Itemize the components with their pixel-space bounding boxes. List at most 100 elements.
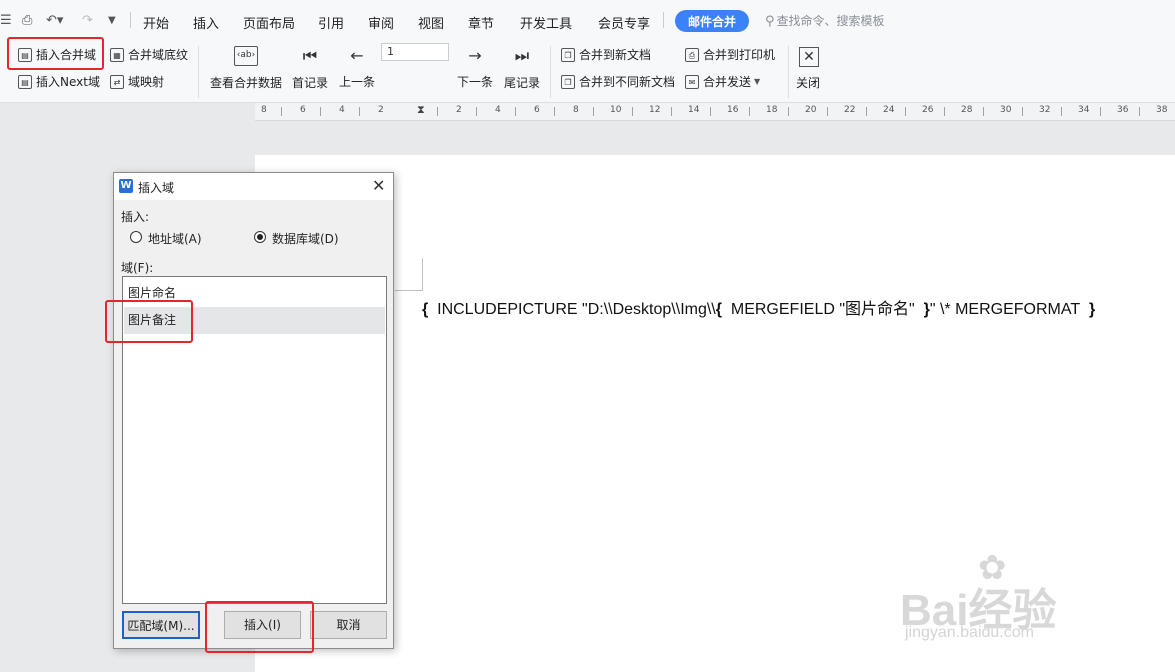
ruler-number: 24	[883, 105, 895, 115]
view-merged-data-label: 查看合并数据	[209, 76, 282, 90]
tab-insert[interactable]: 插入	[193, 13, 219, 32]
insert-next-field-button[interactable]: ▤ 插入Next域	[18, 73, 100, 90]
ruler-number: 38	[1156, 105, 1168, 115]
radio-button[interactable]	[130, 231, 142, 243]
merge-send-label: 合并发送	[703, 75, 752, 89]
abc-icon: ‹ab›	[234, 46, 258, 66]
ruler-tick: |	[514, 107, 518, 117]
undo-icon[interactable]: ↶▾	[46, 13, 63, 28]
first-record-label: 首记录	[291, 76, 328, 90]
arrow-left-icon: ←	[350, 46, 364, 65]
merge-send-button[interactable]: ✉ 合并发送 ▼	[685, 73, 760, 90]
merge-to-new-doc-button[interactable]: ❐ 合并到新文档	[561, 46, 651, 63]
tab-mail-merge[interactable]: 邮件合并	[675, 10, 749, 32]
divider	[198, 46, 199, 98]
match-fields-button[interactable]: 匹配域(M)...	[122, 611, 200, 639]
next-record-button[interactable]: → 下一条	[456, 46, 494, 90]
menu-icon[interactable]: ☰	[0, 13, 12, 28]
radio-database-label: 数据库域(D)	[272, 232, 339, 246]
merge-to-printer-button[interactable]: ⎙ 合并到打印机	[685, 46, 775, 63]
divider	[663, 12, 664, 28]
field-mapping-button[interactable]: ⇄ 域映射	[110, 73, 164, 90]
tab-chapter[interactable]: 章节	[468, 13, 494, 32]
document-icon: ❐	[561, 47, 575, 62]
merge-to-printer-label: 合并到打印机	[703, 48, 776, 62]
ruler-number: 2	[378, 105, 384, 115]
ruler-number: 26	[922, 105, 934, 115]
close-icon[interactable]: ✕	[799, 47, 819, 67]
view-merged-data-button[interactable]: ‹ab› 查看合并数据	[208, 46, 284, 91]
ruler-number: 30	[1000, 105, 1012, 115]
tab-review[interactable]: 审阅	[368, 13, 394, 32]
menu-bar	[0, 0, 1175, 40]
ruler-number: 34	[1078, 105, 1090, 115]
indent-marker-icon[interactable]: ⧗	[417, 103, 425, 125]
chevron-down-icon: ▼	[754, 77, 761, 86]
ruler-number: 8	[573, 105, 579, 115]
redo-icon: ↷	[82, 13, 93, 28]
margin-corner-mark	[422, 258, 423, 290]
printer-icon: ⎙	[685, 47, 699, 62]
merge-to-different-docs-label: 合并到不同新文档	[579, 75, 676, 89]
first-record-icon: ⏮	[302, 46, 318, 65]
ruler-number: 20	[805, 105, 817, 115]
last-record-button[interactable]: ⏭ 尾记录	[503, 46, 541, 91]
last-record-label: 尾记录	[503, 76, 540, 90]
next-record-label: 下一条	[456, 75, 493, 89]
ruler-number: 6	[534, 105, 540, 115]
shading-icon: ▦	[110, 47, 124, 62]
ruler-tick: |	[982, 107, 986, 117]
ruler-tick: |	[670, 107, 674, 117]
divider	[550, 46, 551, 98]
tab-page-layout[interactable]: 页面布局	[243, 13, 295, 32]
ruler-tick: |	[280, 107, 284, 117]
search-icon: ⚲	[765, 14, 775, 29]
field-code-line[interactable]: { INCLUDEPICTURE "D:\\Desktop\\Img\\{ ME…	[422, 295, 1095, 319]
ruler-number: 8	[261, 105, 267, 115]
close-label[interactable]: 关闭	[796, 74, 820, 91]
print-preview-icon[interactable]: ⎙	[22, 13, 32, 28]
tab-view[interactable]: 视图	[418, 13, 444, 32]
ruler-tick: |	[475, 107, 479, 117]
ruler-tick: |	[709, 107, 713, 117]
cancel-button[interactable]: 取消	[310, 611, 387, 639]
tab-references[interactable]: 引用	[318, 13, 344, 32]
first-record-button[interactable]: ⏮ 首记录	[291, 46, 329, 91]
customize-toolbar-icon[interactable]: ▼	[108, 15, 116, 26]
radio-button-selected[interactable]	[254, 231, 266, 243]
merge-to-different-docs-button[interactable]: ❐ 合并到不同新文档	[561, 73, 675, 90]
prev-record-button[interactable]: ← 上一条	[338, 46, 376, 90]
field-prefix: INCLUDEPICTURE "D:\\Desktop\\Img\\	[437, 301, 716, 318]
ruler-tick: |	[319, 107, 323, 117]
record-number-input[interactable]: 1	[381, 43, 449, 61]
ruler-tick: |	[436, 107, 440, 117]
ruler-tick: |	[943, 107, 947, 117]
tab-developer[interactable]: 开发工具	[520, 13, 572, 32]
ruler-tick: |	[748, 107, 752, 117]
ruler-number: 32	[1039, 105, 1051, 115]
tab-member[interactable]: 会员专享	[598, 13, 650, 32]
highlight-box	[7, 37, 104, 70]
ruler-tick: |	[1138, 107, 1142, 117]
merge-field-shading-label: 合并域底纹	[128, 48, 189, 62]
dialog-title: 插入域	[138, 181, 175, 195]
command-search[interactable]: ⚲ 查找命令、搜索模板	[765, 12, 885, 29]
ruler-number: 12	[649, 105, 661, 115]
ruler-number: 10	[610, 105, 622, 115]
ruler-tick: |	[1060, 107, 1064, 117]
merge-to-new-doc-label: 合并到新文档	[579, 48, 652, 62]
tab-home[interactable]: 开始	[143, 13, 169, 32]
margin-corner-mark	[395, 290, 423, 291]
merge-field-shading-button[interactable]: ▦ 合并域底纹	[110, 46, 188, 63]
highlight-box	[205, 601, 314, 653]
ruler-tick: |	[592, 107, 596, 117]
ruler-tick: |	[358, 107, 362, 117]
ruler-tick: |	[553, 107, 557, 117]
ruler-number: 22	[844, 105, 856, 115]
ruler-number: 2	[456, 105, 462, 115]
wps-logo-icon: W	[119, 179, 133, 193]
inner-field-code: MERGEFIELD "图片命名"	[730, 301, 915, 318]
horizontal-ruler[interactable]: 8 | 6 | 4 | 2 | 2 | 4 | 6 | 8 | 10 | 12 …	[255, 103, 1175, 121]
field-mapping-label: 域映射	[128, 75, 165, 89]
close-icon[interactable]: ✕	[372, 176, 385, 195]
